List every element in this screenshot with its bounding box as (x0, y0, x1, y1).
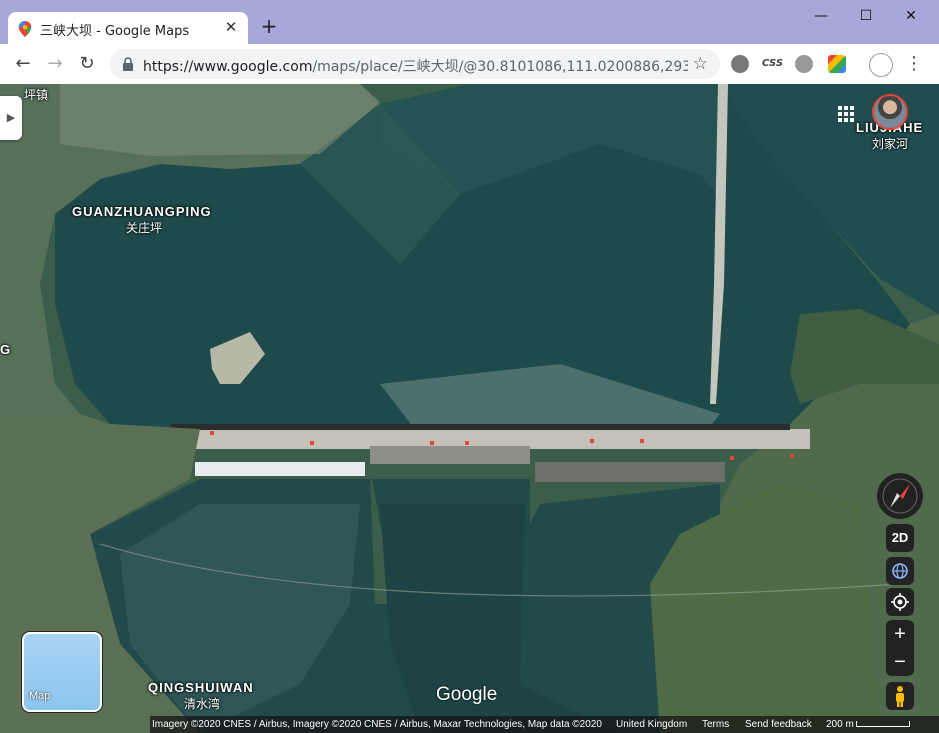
satellite-map[interactable]: 坪镇 G GUANZHUANGPING 关庄坪 LIUJIAHE 刘家河 QIN… (0, 84, 939, 733)
title-bar: 三峡大坝 - Google Maps ✕ + — ☐ ✕ (0, 0, 939, 44)
scale-label[interactable]: 200 m (826, 716, 854, 733)
new-tab-button[interactable]: + (258, 16, 280, 38)
address-bar[interactable]: https://www.google.com/maps/place/三峡大坝/@… (110, 49, 720, 79)
edge-place-label-left[interactable]: G (0, 342, 11, 357)
globe-icon (892, 563, 908, 579)
location-target-icon (891, 593, 909, 611)
profile-avatar-icon[interactable] (869, 53, 893, 77)
send-feedback-link[interactable]: Send feedback (745, 716, 812, 733)
close-window-button[interactable]: ✕ (900, 8, 922, 28)
place-label-qingshuiwan-cn[interactable]: 清水湾 (184, 695, 220, 712)
tab-close-icon[interactable]: ✕ (222, 18, 240, 36)
google-maps-pin-icon (18, 21, 32, 37)
url-path: /maps/place/三峡大坝/@30.8101086,111.0200886… (312, 59, 688, 75)
browser-toolbar: ← → ↻ https://www.google.com/maps/place/… (0, 44, 939, 85)
tab-title: 三峡大坝 - Google Maps (40, 24, 190, 39)
my-location-button[interactable] (886, 588, 914, 616)
minimize-button[interactable]: — (810, 8, 832, 28)
zoom-controls: + − (886, 620, 914, 676)
url-text[interactable]: https://www.google.com/maps/place/三峡大坝/@… (143, 56, 688, 76)
color-extension-icon[interactable] (828, 55, 846, 73)
street-view-pegman-icon[interactable] (886, 682, 914, 710)
browser-menu-icon[interactable]: ⋮ (905, 53, 923, 75)
css-extension-icon[interactable]: CSS (762, 55, 783, 73)
zoom-out-button[interactable]: − (886, 648, 914, 676)
scale-bar[interactable] (856, 721, 910, 727)
map-footer: Imagery ©2020 CNES / Airbus, Imagery ©20… (150, 716, 939, 733)
bookmark-star-icon[interactable]: ☆ (693, 54, 708, 74)
tab-google-maps[interactable]: 三峡大坝 - Google Maps ✕ (8, 12, 248, 44)
place-label-qingshuiwan[interactable]: QINGSHUIWAN (148, 680, 254, 695)
imagery-attribution: Imagery ©2020 CNES / Airbus, Imagery ©20… (152, 719, 602, 730)
map-layer-switch-button[interactable]: Map (22, 632, 102, 712)
place-label-guanzhuangping[interactable]: GUANZHUANGPING (72, 204, 212, 219)
google-apps-grid-icon[interactable] (838, 106, 854, 122)
edge-place-label[interactable]: 坪镇 (24, 86, 48, 103)
url-host: https://www.google.com (143, 59, 313, 75)
compass-needle-icon (882, 478, 918, 514)
gear-extension-icon[interactable] (731, 55, 749, 73)
place-label-guanzhuangping-cn[interactable]: 关庄坪 (126, 219, 162, 236)
satellite-imagery[interactable] (0, 84, 939, 733)
forward-arrow-icon[interactable]: → (44, 53, 66, 75)
terms-link[interactable]: Terms (702, 716, 729, 733)
pegman-figure-icon (896, 686, 904, 707)
view-2d-button[interactable]: 2D (886, 524, 914, 552)
region-link[interactable]: United Kingdom (616, 716, 687, 733)
circle-extension-icon[interactable] (795, 55, 813, 73)
account-avatar[interactable] (872, 94, 908, 130)
browser-window: 三峡大坝 - Google Maps ✕ + — ☐ ✕ ← → ↻ https… (0, 0, 939, 733)
maximize-button[interactable]: ☐ (855, 8, 877, 28)
zoom-in-button[interactable]: + (886, 620, 914, 648)
reload-icon[interactable]: ↻ (76, 53, 98, 75)
back-arrow-icon[interactable]: ← (12, 53, 34, 75)
place-label-liujiahe-cn[interactable]: 刘家河 (872, 135, 908, 152)
google-logo: Google (436, 684, 498, 705)
lock-icon (123, 57, 133, 71)
compass-control[interactable] (877, 473, 923, 519)
layer-switch-label: Map (29, 690, 51, 702)
globe-view-button[interactable] (886, 557, 914, 585)
collapse-panel-chevron-icon[interactable]: ▶ (0, 96, 22, 140)
